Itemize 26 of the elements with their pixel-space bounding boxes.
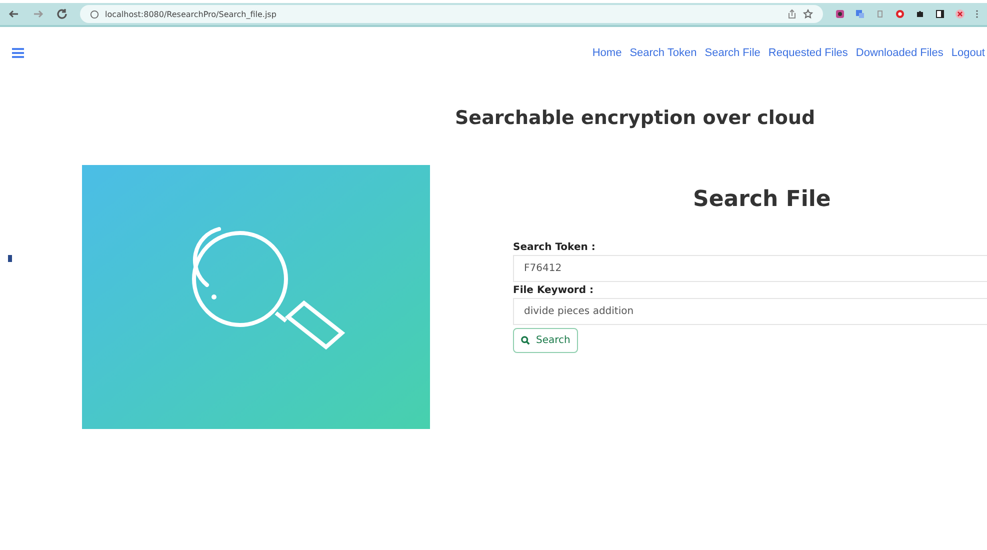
search-icon <box>521 336 530 345</box>
input-field[interactable]: divide pieces addition <box>513 298 987 325</box>
input-field[interactable]: F76412 <box>513 255 987 282</box>
field-label: File Keyword : <box>513 285 594 296</box>
nav-link[interactable]: Search Token <box>630 47 697 59</box>
url-text: localhost:8080/ResearchPro/Search_file.jsp <box>105 10 276 18</box>
field-label: Search Token : <box>513 242 596 253</box>
sidebar-icon[interactable] <box>935 9 945 19</box>
address-bar[interactable]: localhost:8080/ResearchPro/Search_file.jsp <box>80 5 823 23</box>
search-button[interactable]: Search <box>513 328 578 353</box>
more-icon[interactable] <box>975 9 979 19</box>
menu-icon[interactable] <box>12 47 24 59</box>
back-icon[interactable] <box>8 8 20 20</box>
reload-icon[interactable] <box>56 8 68 20</box>
share-icon[interactable] <box>787 9 797 19</box>
side-marker <box>8 255 12 262</box>
translate-icon[interactable] <box>855 9 865 19</box>
nav-link[interactable]: Home <box>592 47 622 59</box>
star-icon[interactable] <box>803 9 813 19</box>
nav-link[interactable]: Search File <box>704 47 760 59</box>
page-title: Searchable encryption over cloud <box>455 107 816 129</box>
nav-link[interactable]: Requested Files <box>768 47 848 59</box>
nav-link[interactable]: Logout <box>951 47 985 59</box>
info-icon <box>90 10 99 18</box>
nav-link[interactable]: Downloaded Files <box>856 47 944 59</box>
form-title: Search File <box>693 187 832 212</box>
